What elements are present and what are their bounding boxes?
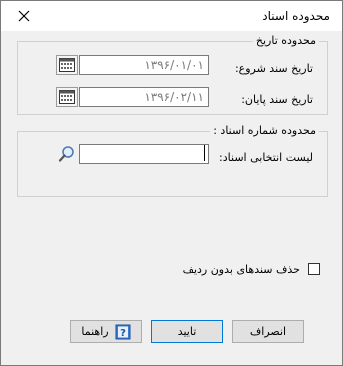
start-date-label: تاریخ سند شروع: xyxy=(234,62,313,75)
doc-list-label: لیست انتخابی اسناد: xyxy=(219,151,313,164)
svg-text:?: ? xyxy=(120,328,126,339)
magnifier-icon xyxy=(58,146,74,162)
close-button[interactable] xyxy=(9,4,39,28)
ok-button[interactable]: تایید xyxy=(151,320,223,343)
title-bar: محدوده اسناد xyxy=(1,1,342,31)
doc-search-button[interactable] xyxy=(56,143,78,165)
end-date-label: تاریخ سند پایان: xyxy=(241,93,313,106)
end-date-calendar-button[interactable] xyxy=(56,87,78,107)
start-date-calendar-button[interactable] xyxy=(56,55,78,75)
help-book-icon: ? xyxy=(115,324,131,339)
cancel-button[interactable]: انصراف xyxy=(232,320,304,343)
text-caret xyxy=(204,145,205,161)
dialog-window: محدوده اسناد محدوده تاریخ تاریخ سند شروع… xyxy=(0,0,343,366)
doc-list-field[interactable] xyxy=(79,144,209,164)
window-title: محدوده اسناد xyxy=(262,9,330,23)
start-date-field[interactable]: ۱۳۹۶/۰۱/۰۱ xyxy=(79,55,209,75)
doc-number-title: محدوده شماره اسناد : xyxy=(210,124,319,137)
help-button-label: راهنما xyxy=(81,325,109,338)
calendar-icon xyxy=(59,58,75,72)
delete-empty-checkbox[interactable] xyxy=(308,263,320,275)
calendar-icon xyxy=(59,90,75,104)
date-range-title: محدوده تاریخ xyxy=(252,34,319,47)
close-icon xyxy=(18,10,30,22)
help-button[interactable]: راهنما ? xyxy=(70,320,142,343)
delete-empty-label: حذف سندهای بدون ردیف xyxy=(182,263,300,276)
end-date-field[interactable]: ۱۳۹۶/۰۲/۱۱ xyxy=(79,87,209,107)
cancel-button-label: انصراف xyxy=(249,325,287,338)
ok-button-label: تایید xyxy=(177,325,197,338)
